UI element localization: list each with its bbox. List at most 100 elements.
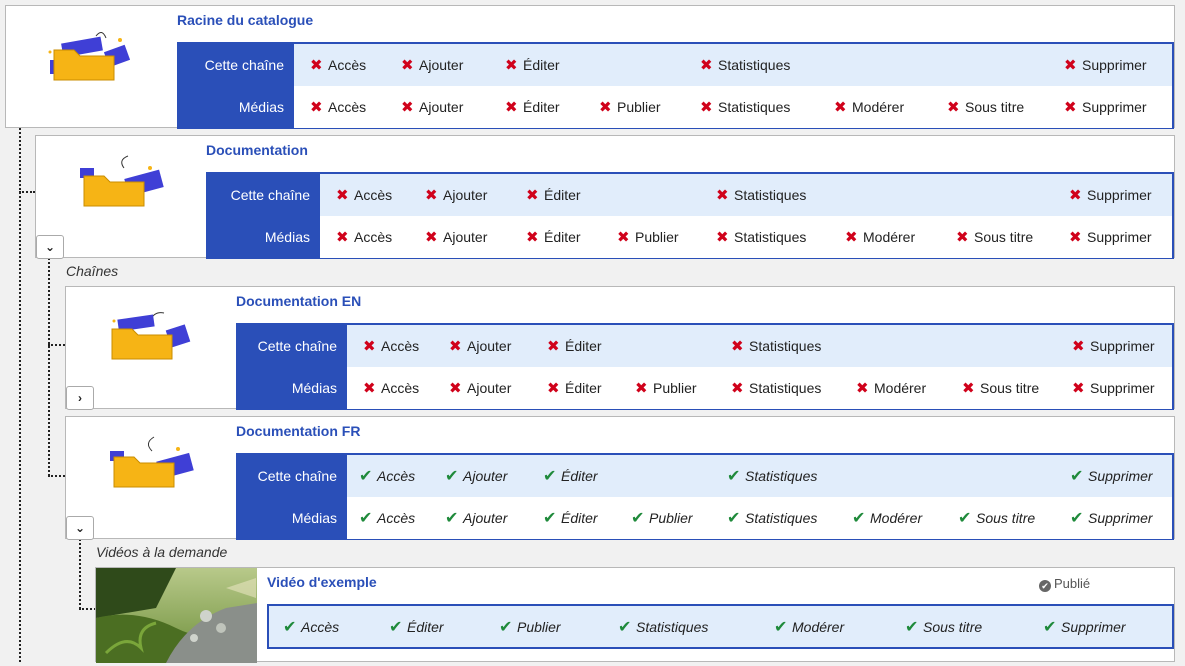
perm-moderate[interactable]: ✖ Modérer (856, 367, 926, 409)
perm-add[interactable]: ✔ Ajouter (445, 455, 507, 497)
channel-permissions-row: Cette chaîne ✖ Accès ✖ Ajouter ✖ Éditer ✖ St… (179, 44, 1172, 86)
row-label: Médias (238, 497, 347, 539)
perm-access[interactable]: ✖ Accès (363, 367, 419, 409)
perm-statistics[interactable]: ✔ Statistiques (727, 455, 817, 497)
x-icon: ✖ (505, 99, 518, 116)
x-icon: ✖ (700, 99, 713, 116)
perm-add[interactable]: ✖ Ajouter (425, 216, 487, 258)
perm-delete[interactable]: ✖ Supprimer (1064, 44, 1147, 86)
channel-card-documentation-fr[interactable]: ⌄ Documentation FR Cette chaîne ✔ Accès ✔… (65, 416, 1175, 540)
x-icon: ✖ (956, 229, 969, 246)
x-icon: ✖ (962, 380, 975, 397)
check-icon: ✔ (543, 510, 557, 527)
x-icon: ✖ (856, 380, 869, 397)
expand-toggle-button[interactable]: › (66, 386, 94, 410)
perm-statistics[interactable]: ✖ Statistiques (700, 44, 790, 86)
perm-delete[interactable]: ✖ Supprimer (1069, 216, 1152, 258)
perm-edit[interactable]: ✔ Éditer (543, 455, 598, 497)
card-title[interactable]: Documentation FR (236, 423, 360, 439)
card-title[interactable]: Documentation (206, 142, 308, 158)
perm-publish[interactable]: ✖ Publier (617, 216, 679, 258)
video-thumbnail[interactable] (96, 568, 257, 663)
x-icon: ✖ (425, 229, 438, 246)
perm-access[interactable]: ✖ Accès (363, 325, 419, 367)
check-icon: ✔ (1070, 510, 1084, 527)
perm-publish[interactable]: ✖ Publier (599, 86, 661, 128)
permissions-table: Cette chaîne ✔ Accès ✔ Ajouter ✔ Éditer ✔ St… (236, 453, 1174, 540)
row-label: Médias (238, 367, 347, 409)
x-icon: ✖ (310, 99, 323, 116)
perm-edit[interactable]: ✖ Éditer (505, 86, 560, 128)
channel-permissions-row: Cette chaîne ✖ Accès ✖ Ajouter ✖ Éditer ✖ St… (208, 174, 1172, 216)
permissions-table: Cette chaîne ✖ Accès ✖ Ajouter ✖ Éditer ✖ St… (177, 42, 1174, 129)
card-title[interactable]: Racine du catalogue (177, 12, 313, 28)
perm-add[interactable]: ✖ Ajouter (425, 174, 487, 216)
perm-delete[interactable]: ✖ Supprimer (1064, 86, 1147, 128)
perm-access[interactable]: ✖ Accès (336, 216, 392, 258)
x-icon: ✖ (599, 99, 612, 116)
perm-delete[interactable]: ✔ Supprimer (1070, 455, 1153, 497)
perm-edit[interactable]: ✖ Éditer (547, 367, 602, 409)
perm-add[interactable]: ✖ Ajouter (401, 86, 463, 128)
folder-illustration (44, 30, 136, 95)
expand-toggle-button[interactable]: ⌄ (36, 235, 64, 259)
media-permissions-row: Médias ✖ Accès ✖ Ajouter ✖ Éditer ✖ Publier … (238, 367, 1172, 409)
perm-access[interactable]: ✔ Accès (359, 455, 415, 497)
media-permissions-row: Médias ✖ Accès ✖ Ajouter ✖ Éditer ✖ Publier … (179, 86, 1172, 128)
perm-access[interactable]: ✔ Accès (359, 497, 415, 539)
channel-card-documentation[interactable]: ⌄ Documentation Cette chaîne ✖ Accès ✖ Ajo… (35, 135, 1175, 259)
perm-publish[interactable]: ✖ Publier (635, 367, 697, 409)
perm-moderate[interactable]: ✔ Modérer (774, 606, 844, 648)
perm-edit[interactable]: ✔ Éditer (389, 606, 444, 648)
card-title[interactable]: Vidéo d'exemple (267, 574, 377, 590)
check-icon: ✔ (727, 510, 741, 527)
perm-edit[interactable]: ✖ Éditer (526, 216, 581, 258)
perm-statistics[interactable]: ✔ Statistiques (727, 497, 817, 539)
tree-line-root (19, 128, 21, 662)
perm-edit[interactable]: ✔ Éditer (543, 497, 598, 539)
check-icon: ✔ (445, 510, 459, 527)
perm-edit[interactable]: ✖ Éditer (526, 174, 581, 216)
perm-moderate[interactable]: ✖ Modérer (845, 216, 915, 258)
video-card[interactable]: Vidéo d'exemple ✔ Publié ✔ Accès ✔ Éditer ✔… (95, 567, 1175, 663)
perm-add[interactable]: ✖ Ajouter (401, 44, 463, 86)
perm-add[interactable]: ✖ Ajouter (449, 325, 511, 367)
perm-publish[interactable]: ✔ Publier (499, 606, 561, 648)
perm-add[interactable]: ✔ Ajouter (445, 497, 507, 539)
perm-statistics[interactable]: ✖ Statistiques (731, 325, 821, 367)
perm-moderate[interactable]: ✖ Modérer (834, 86, 904, 128)
perm-add[interactable]: ✖ Ajouter (449, 367, 511, 409)
perm-subtitle[interactable]: ✔ Sous titre (958, 497, 1035, 539)
perm-delete[interactable]: ✔ Supprimer (1043, 606, 1126, 648)
perm-edit[interactable]: ✖ Éditer (547, 325, 602, 367)
perm-moderate[interactable]: ✔ Modérer (852, 497, 922, 539)
catalog-root-card[interactable]: Racine du catalogue Cette chaîne ✖ Accès … (5, 5, 1175, 129)
perm-access[interactable]: ✖ Accès (336, 174, 392, 216)
perm-delete[interactable]: ✖ Supprimer (1072, 325, 1155, 367)
row-label: Médias (179, 86, 294, 128)
perm-statistics[interactable]: ✖ Statistiques (731, 367, 821, 409)
perm-access[interactable]: ✖ Accès (310, 86, 366, 128)
perm-delete[interactable]: ✖ Supprimer (1069, 174, 1152, 216)
perm-statistics[interactable]: ✔ Statistiques (618, 606, 708, 648)
perm-publish[interactable]: ✔ Publier (631, 497, 693, 539)
perm-delete[interactable]: ✖ Supprimer (1072, 367, 1155, 409)
check-icon: ✔ (283, 619, 297, 636)
check-icon: ✔ (445, 468, 459, 485)
perm-subtitle[interactable]: ✖ Sous titre (947, 86, 1024, 128)
perm-subtitle[interactable]: ✖ Sous titre (956, 216, 1033, 258)
perm-statistics[interactable]: ✖ Statistiques (716, 174, 806, 216)
perm-access[interactable]: ✖ Accès (310, 44, 366, 86)
perm-delete[interactable]: ✔ Supprimer (1070, 497, 1153, 539)
channel-card-documentation-en[interactable]: › Documentation EN Cette chaîne ✖ Accès ✖… (65, 286, 1175, 410)
perm-subtitle[interactable]: ✔ Sous titre (905, 606, 982, 648)
perm-access[interactable]: ✔ Accès (283, 606, 339, 648)
x-icon: ✖ (700, 57, 713, 74)
perm-subtitle[interactable]: ✖ Sous titre (962, 367, 1039, 409)
perm-edit[interactable]: ✖ Éditer (505, 44, 560, 86)
card-title[interactable]: Documentation EN (236, 293, 361, 309)
perm-statistics[interactable]: ✖ Statistiques (700, 86, 790, 128)
perm-statistics[interactable]: ✖ Statistiques (716, 216, 806, 258)
row-label: Cette chaîne (208, 174, 320, 216)
expand-toggle-button[interactable]: ⌄ (66, 516, 94, 540)
